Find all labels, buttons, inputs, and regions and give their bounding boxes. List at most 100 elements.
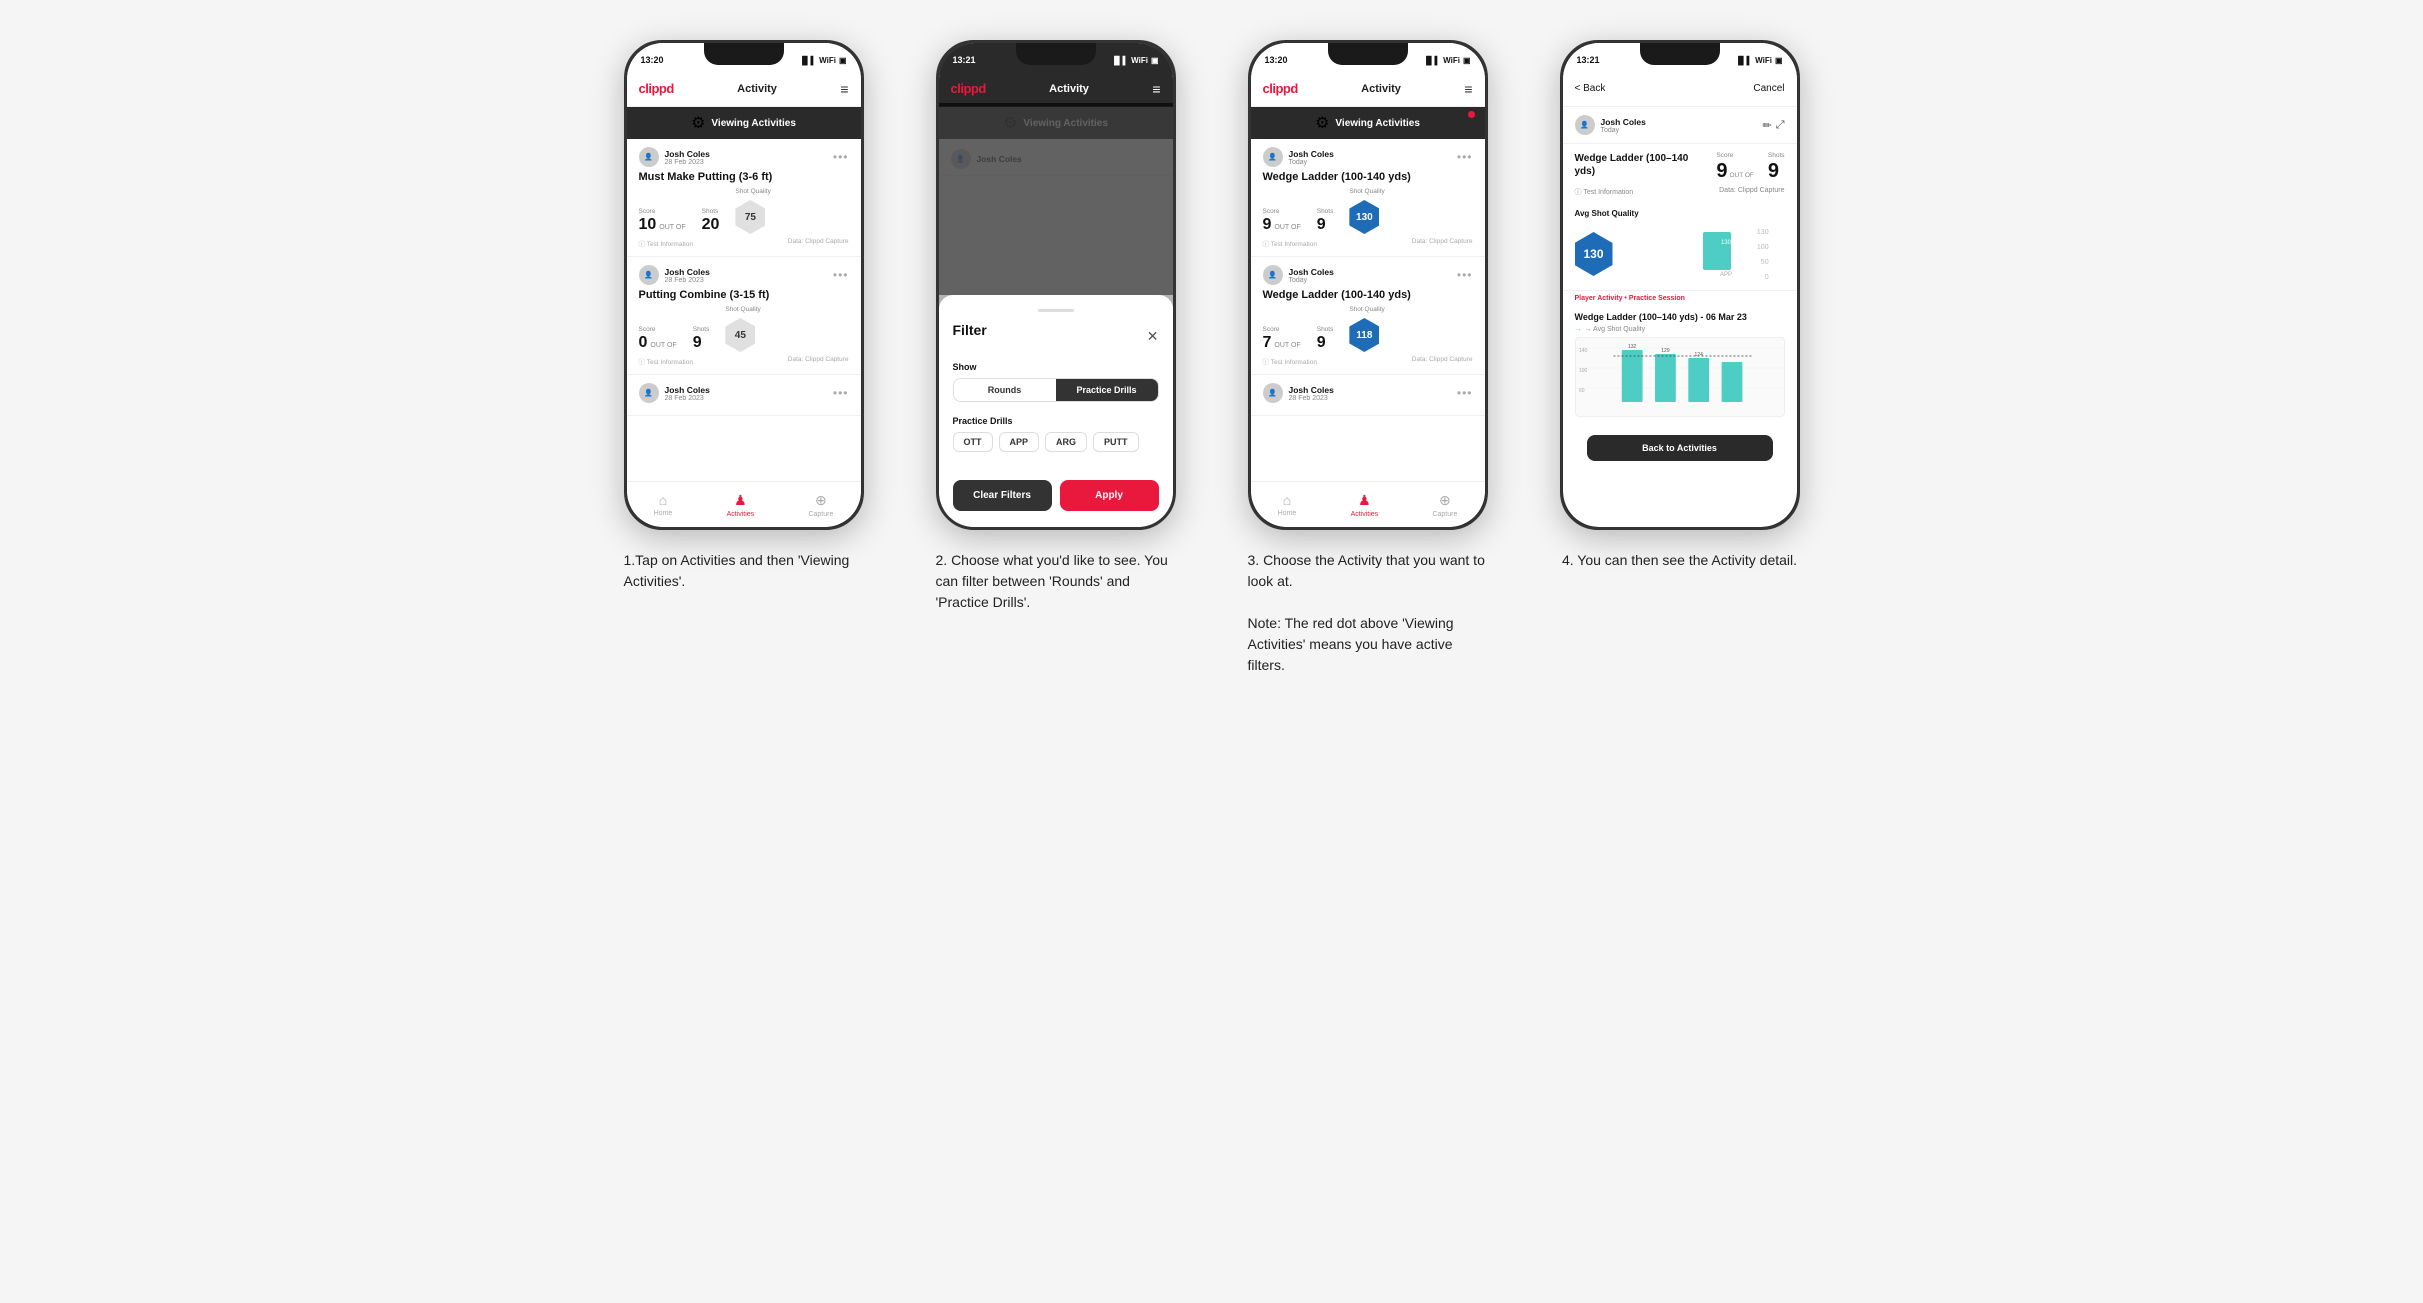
shots-group-3-1: Shots 9: [1317, 208, 1334, 234]
card-user-3-3: 👤 Josh Coles 28 Feb 2023: [1263, 383, 1334, 403]
avg-chart-svg: 130 100 50 0 130 APP: [1621, 224, 1785, 282]
close-icon[interactable]: ✕: [1147, 328, 1159, 345]
detail-shots-col: Shots 9: [1768, 152, 1785, 183]
detail-info-row: ⓘ Test Information Data: Clippd Capture: [1563, 185, 1797, 203]
viewing-banner-1[interactable]: ⚙ Viewing Activities: [627, 107, 861, 139]
user-date-1-2: 28 Feb 2023: [665, 277, 710, 284]
menu-icon-2[interactable]: ≡: [1152, 81, 1160, 97]
chip-arg[interactable]: ARG: [1045, 432, 1087, 452]
apply-button[interactable]: Apply: [1060, 480, 1159, 511]
modal-overlay: Filter ✕ Show Rounds Practice Drills Pra…: [939, 103, 1173, 527]
detail-out-of: OUT OF: [1729, 172, 1753, 179]
card-menu-3-3[interactable]: •••: [1457, 386, 1473, 400]
detail-score-col: Score 9 OUT OF: [1716, 152, 1754, 183]
menu-icon-3[interactable]: ≡: [1464, 81, 1472, 97]
card-header-3-1: 👤 Josh Coles Today •••: [1263, 147, 1473, 167]
app-logo-3: clippd: [1263, 81, 1298, 96]
filter-modal-card: Filter ✕ Show Rounds Practice Drills Pra…: [939, 295, 1173, 527]
bottom-nav-1: ⌂ Home ♟ Activities ⊕ Capture: [627, 481, 861, 527]
activity-card-1-1[interactable]: 👤 Josh Coles 28 Feb 2023 ••• Must Make P…: [627, 139, 861, 257]
wifi-icon: WiFi: [819, 56, 836, 65]
shots-group-1-2: Shots 9: [693, 326, 710, 352]
session-section: Wedge Ladder (100–140 yds) - 06 Mar 23 →…: [1563, 306, 1797, 423]
home-icon-3: ⌂: [1283, 492, 1291, 508]
phone-3-frame: 13:20 ▐▌▌ WiFi ▣ clippd Activity ≡ ⚙ Vie…: [1248, 40, 1488, 530]
user-date-3-1: Today: [1289, 159, 1334, 166]
footer-data-3-2: Data: Clippd Capture: [1412, 356, 1473, 366]
svg-text:0: 0: [1764, 274, 1768, 281]
card-menu-3-1[interactable]: •••: [1457, 150, 1473, 164]
nav-activities-3[interactable]: ♟ Activities: [1351, 492, 1379, 518]
activities-icon-1: ♟: [734, 492, 747, 509]
svg-text:50: 50: [1760, 259, 1768, 266]
user-name-1-3: Josh Coles: [665, 385, 710, 395]
nav-capture-1[interactable]: ⊕ Capture: [808, 492, 833, 518]
practice-drills-toggle[interactable]: Practice Drills: [1056, 379, 1158, 401]
detail-header-4: < Back Cancel: [1563, 71, 1797, 107]
user-info-1-2: Josh Coles 28 Feb 2023: [665, 267, 710, 284]
banner-text-3: Viewing Activities: [1335, 118, 1419, 129]
score-label-3-1: Score: [1263, 208, 1301, 215]
user-info-1-1: Josh Coles 28 Feb 2023: [665, 149, 710, 166]
card-stats-3-1: Score 9 OUT OF Shots 9: [1263, 188, 1473, 234]
quality-hex-1-1: 75: [735, 200, 765, 234]
nav-home-3[interactable]: ⌂ Home: [1278, 492, 1297, 517]
nav-capture-3[interactable]: ⊕ Capture: [1432, 492, 1457, 518]
caption-2: 2. Choose what you'd like to see. You ca…: [936, 550, 1176, 613]
chip-putt[interactable]: PUTT: [1093, 432, 1139, 452]
card-menu-1-1[interactable]: •••: [833, 150, 849, 164]
score-num-3-2: 7: [1263, 334, 1272, 352]
player-activity-label: Player Activity • Practice Session: [1563, 290, 1797, 306]
nav-activities-1[interactable]: ♟ Activities: [727, 492, 755, 518]
activity-card-1-3[interactable]: 👤 Josh Coles 28 Feb 2023 •••: [627, 375, 861, 416]
svg-text:129: 129: [1661, 348, 1670, 354]
svg-text:100: 100: [1756, 244, 1768, 251]
shots-label-3-1: Shots: [1317, 208, 1334, 215]
user-date-3-2: Today: [1289, 277, 1334, 284]
activity-card-3-3[interactable]: 👤 Josh Coles 28 Feb 2023 •••: [1251, 375, 1485, 416]
caption-3: 3. Choose the Activity that you want to …: [1248, 550, 1488, 676]
score-group-3-2: Score 7 OUT OF: [1263, 326, 1301, 352]
chip-app[interactable]: APP: [999, 432, 1040, 452]
user-name-3-3: Josh Coles: [1289, 385, 1334, 395]
user-name-1-1: Josh Coles: [665, 149, 710, 159]
scroll-content-3: 👤 Josh Coles Today ••• Wedge Ladder (100…: [1251, 139, 1485, 481]
battery-icon-3: ▣: [1463, 56, 1471, 65]
edit-icon[interactable]: ✏: [1762, 119, 1771, 132]
score-value-3-2: 7 OUT OF: [1263, 334, 1301, 352]
card-menu-1-2[interactable]: •••: [833, 268, 849, 282]
nav-home-1[interactable]: ⌂ Home: [654, 492, 673, 517]
menu-icon-1[interactable]: ≡: [840, 81, 848, 97]
activity-card-3-2[interactable]: 👤 Josh Coles Today ••• Wedge Ladder (100…: [1251, 257, 1485, 375]
score-value-3-1: 9 OUT OF: [1263, 216, 1301, 234]
card-menu-1-3[interactable]: •••: [833, 386, 849, 400]
viewing-banner-3[interactable]: ⚙ Viewing Activities: [1251, 107, 1485, 139]
detail-shots-num: 9: [1768, 160, 1779, 182]
svg-text:APP: APP: [1719, 272, 1731, 278]
phone-3-col: 13:20 ▐▌▌ WiFi ▣ clippd Activity ≡ ⚙ Vie…: [1228, 40, 1508, 676]
quality-label-3-1: Shot Quality: [1349, 188, 1384, 195]
nav-home-label-3: Home: [1278, 510, 1297, 517]
avatar-1-1: 👤: [639, 147, 659, 167]
phone-2-frame: 13:21 ▐▌▌ WiFi ▣ clippd Activity ≡ ⚙ V: [936, 40, 1176, 530]
back-activities-button[interactable]: Back to Activities: [1587, 435, 1773, 461]
shots-num-3-1: 9: [1317, 216, 1334, 234]
cancel-button[interactable]: Cancel: [1753, 83, 1784, 94]
user-name-3-1: Josh Coles: [1289, 149, 1334, 159]
back-button[interactable]: < Back: [1575, 83, 1606, 94]
filter-dim: [939, 103, 1173, 295]
activity-card-3-1[interactable]: 👤 Josh Coles Today ••• Wedge Ladder (100…: [1251, 139, 1485, 257]
battery-icon: ▣: [839, 56, 847, 65]
activity-card-1-2[interactable]: 👤 Josh Coles 28 Feb 2023 ••• Putting Com…: [627, 257, 861, 375]
app-header-2: clippd Activity ≡: [939, 71, 1173, 107]
rounds-toggle[interactable]: Rounds: [954, 379, 1056, 401]
card-menu-3-2[interactable]: •••: [1457, 268, 1473, 282]
clear-filters-button[interactable]: Clear Filters: [953, 480, 1052, 511]
wifi-icon-2: WiFi: [1131, 56, 1148, 65]
chip-ott[interactable]: OTT: [953, 432, 993, 452]
phone-notch-1: [704, 43, 784, 65]
app-header-1: clippd Activity ≡: [627, 71, 861, 107]
score-label-3-2: Score: [1263, 326, 1301, 333]
detail-avatar: 👤: [1575, 115, 1595, 135]
expand-icon[interactable]: ⤢: [1776, 119, 1785, 132]
